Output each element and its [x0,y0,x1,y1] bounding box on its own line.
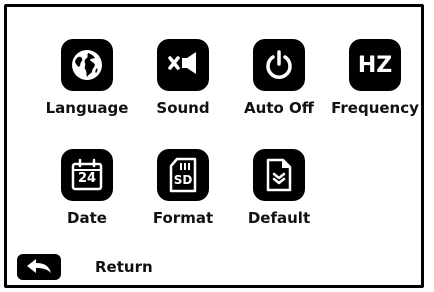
return-button[interactable] [17,254,61,280]
menu-item-frequency[interactable]: HZ Frequency [325,39,425,117]
menu-item-label: Frequency [331,99,419,117]
return-label[interactable]: Return [95,258,153,276]
calendar-day-text: 24 [77,171,97,186]
menu-item-label: Auto Off [244,99,314,117]
calendar-icon: 24 [61,149,113,201]
menu-item-language[interactable]: Language [37,39,137,117]
sd-card-icon: SD [157,149,209,201]
hz-icon-text: HZ [357,52,393,78]
menu-item-label: Language [45,99,129,117]
hz-icon: HZ [349,39,401,91]
menu-item-label: Format [152,209,214,227]
menu-item-sound[interactable]: Sound [133,39,233,117]
menu-item-date[interactable]: 24 Date [37,149,137,227]
sd-card-text: SD [173,173,193,187]
menu-item-format[interactable]: SD Format [133,149,233,227]
back-arrow-icon [27,259,51,273]
power-icon [253,39,305,91]
menu-item-label: Sound [156,99,210,117]
globe-icon [61,39,113,91]
settings-screen: Language Sound Auto Off HZ Frequency 24 … [4,4,424,288]
mute-speaker-icon [157,39,209,91]
menu-item-auto-off[interactable]: Auto Off [229,39,329,117]
menu-item-label: Date [67,209,107,227]
menu-item-default[interactable]: Default [229,149,329,227]
document-check-icon [253,149,305,201]
menu-item-label: Default [247,209,311,227]
